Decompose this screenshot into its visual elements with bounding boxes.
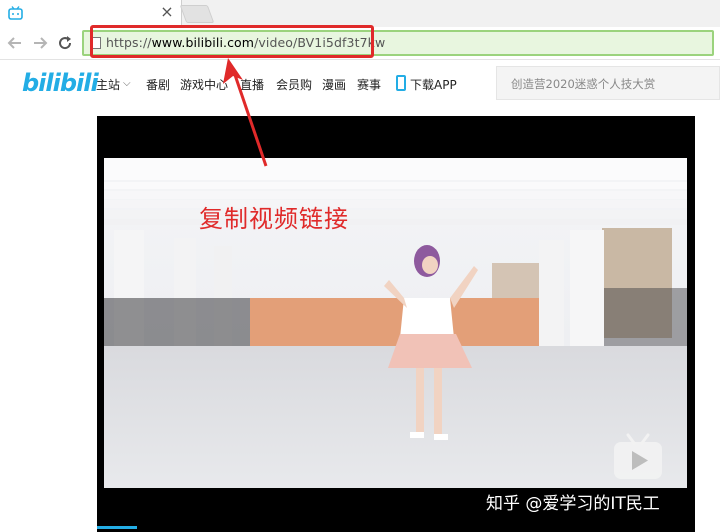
nav-item-home[interactable]: 主站 — [96, 76, 120, 93]
video-frame[interactable] — [104, 158, 687, 488]
progress-bar[interactable] — [97, 526, 137, 529]
browser-tabstrip: × — [0, 0, 720, 27]
video-player[interactable] — [97, 116, 695, 532]
nav-item-vip-shop[interactable]: 会员购 — [276, 76, 312, 93]
bilibili-logo[interactable]: bilibili — [22, 69, 99, 97]
nav-item-bangumi[interactable]: 番剧 — [146, 76, 170, 93]
search-placeholder: 创造营2020迷惑个人技大赏 — [511, 77, 656, 91]
phone-icon[interactable] — [396, 75, 406, 91]
new-tab-button[interactable] — [179, 5, 215, 23]
search-input[interactable]: 创造营2020迷惑个人技大赏 — [496, 66, 720, 100]
screen: × https://www.bilibili.com/video/BV1i5df… — [0, 0, 720, 532]
nav-item-live[interactable]: 直播 — [240, 76, 264, 93]
url-highlight-box — [90, 25, 374, 58]
chevron-down-icon[interactable]: ⌵ — [123, 78, 131, 89]
bilibili-favicon-icon — [8, 6, 23, 20]
tab-close-icon[interactable]: × — [160, 4, 174, 20]
nav-item-download-app[interactable]: 下载APP — [410, 76, 457, 93]
nav-item-esports[interactable]: 赛事 — [357, 76, 381, 93]
zhihu-watermark: 知乎 @爱学习的IT民工 — [486, 494, 660, 514]
browser-tab[interactable]: × — [0, 0, 182, 27]
back-arrow-icon[interactable] — [6, 34, 24, 52]
reload-icon[interactable] — [56, 34, 74, 52]
nav-item-manga[interactable]: 漫画 — [322, 76, 346, 93]
nav-item-game-center[interactable]: 游戏中心 — [180, 76, 228, 93]
site-header: bilibili 主站 ⌵ 番剧 游戏中心 直播 会员购 漫画 赛事 下载APP… — [0, 60, 720, 106]
callout-text: 复制视频链接 — [199, 205, 349, 233]
bilibili-tv-icon — [614, 433, 662, 479]
forward-arrow-icon[interactable] — [31, 34, 49, 52]
